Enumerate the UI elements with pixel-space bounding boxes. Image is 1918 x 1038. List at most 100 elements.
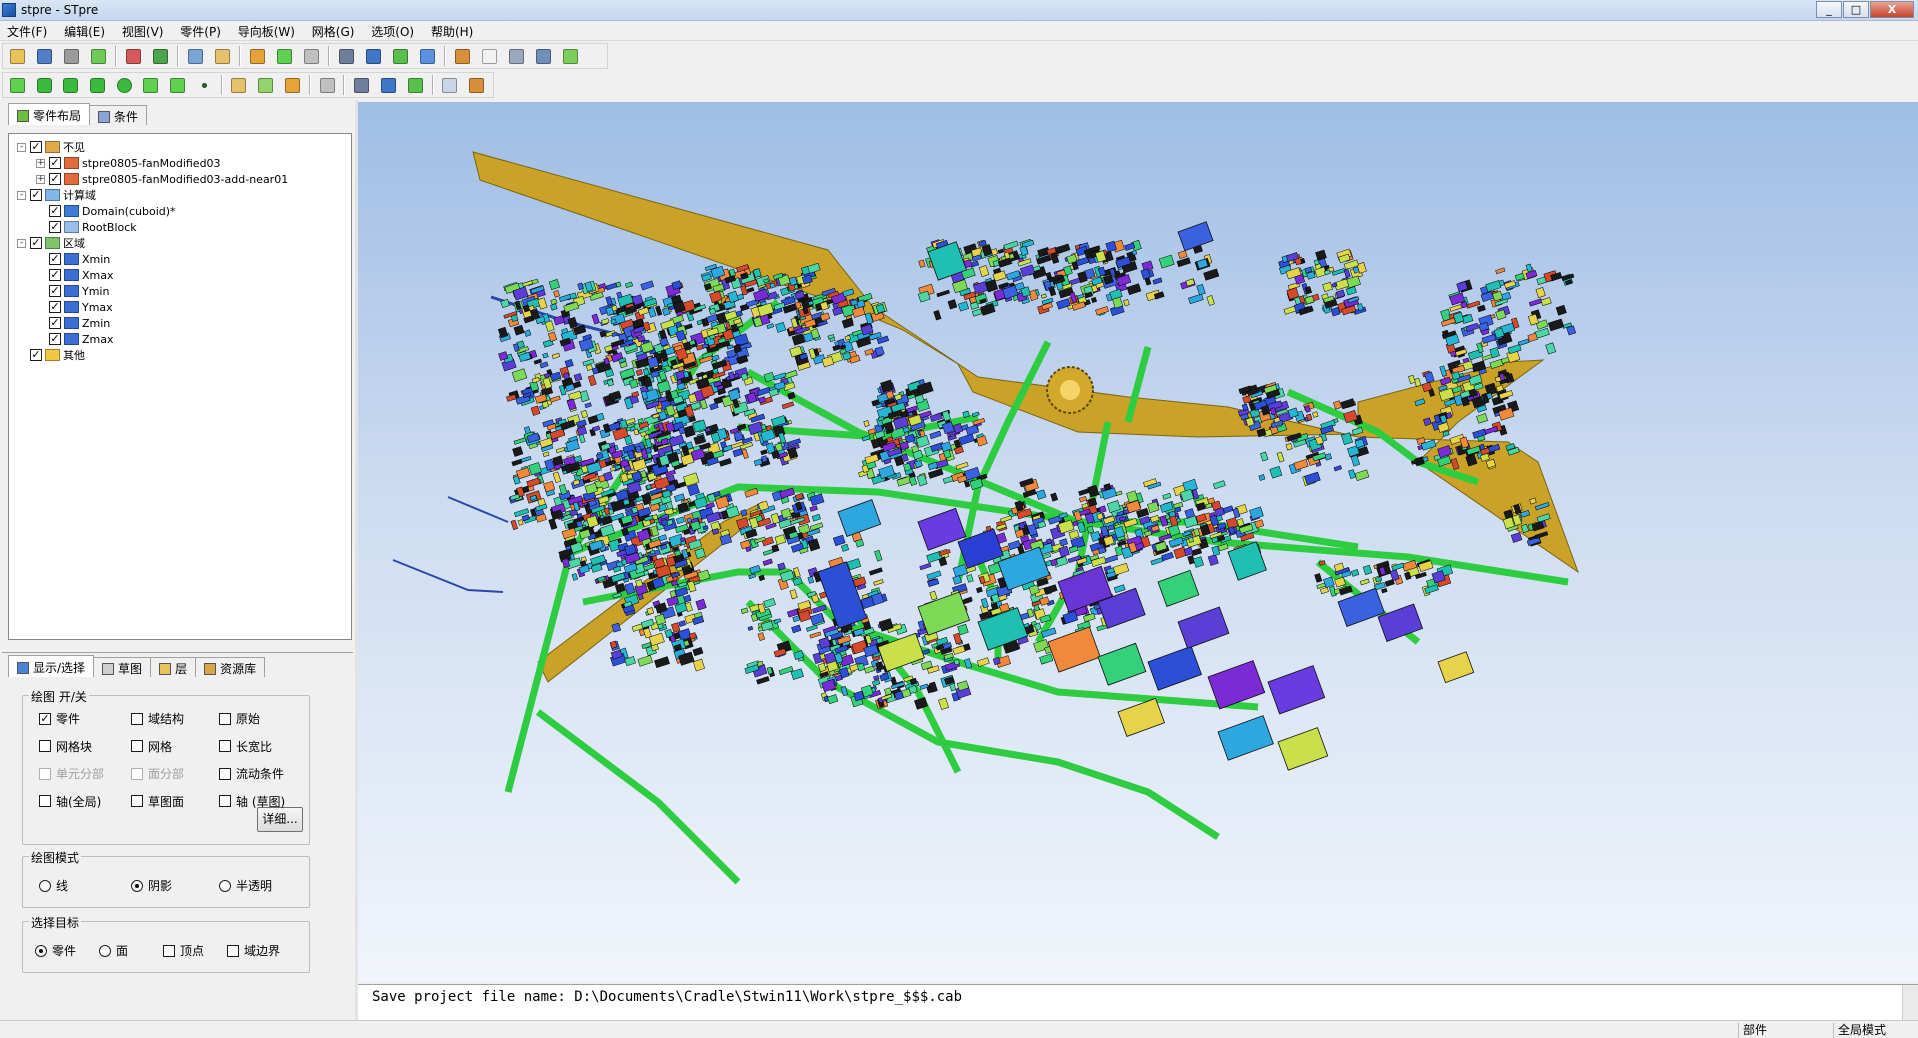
visibility-checkbox[interactable]: ✓	[49, 253, 61, 265]
view-copy-button[interactable]	[351, 75, 372, 96]
city-model-view[interactable]	[358, 102, 1918, 982]
tree-row[interactable]: ✓ Xmin	[17, 251, 288, 267]
box-button[interactable]	[7, 75, 28, 96]
expand-toggle-icon[interactable]: +	[36, 174, 45, 184]
polygon-button[interactable]	[167, 75, 188, 96]
option-draw_mode-options-2-label[interactable]: 半透明	[219, 877, 272, 894]
option-draw_mode-options-0-label[interactable]: 线	[39, 877, 68, 894]
measure-button[interactable]	[301, 46, 322, 67]
maximize-button[interactable]: □	[1843, 1, 1869, 18]
mesh-button[interactable]	[390, 46, 411, 67]
radio-button[interactable]	[35, 944, 47, 957]
option-draw_toggle-options-11-label[interactable]: 轴 (草图)	[219, 793, 285, 810]
tree-row[interactable]: ✓ Zmin	[17, 315, 288, 331]
option-draw_toggle-options-3-label[interactable]: 网格块	[39, 738, 92, 755]
close-button[interactable]: X	[1870, 1, 1914, 18]
fan-multi-button[interactable]	[255, 75, 276, 96]
tab-conditions[interactable]: 条件	[89, 105, 148, 125]
wrench-button[interactable]	[479, 46, 500, 67]
plane-button[interactable]	[141, 75, 162, 96]
checkbox[interactable]	[131, 795, 143, 807]
probe-button[interactable]	[282, 75, 303, 96]
visibility-checkbox[interactable]: ✓	[49, 269, 61, 281]
visibility-checkbox[interactable]: ✓	[49, 317, 61, 329]
checkbox[interactable]	[131, 712, 143, 725]
menu-edit[interactable]: 编辑(E)	[57, 21, 111, 41]
tab-layer[interactable]: 层	[150, 657, 197, 677]
layers-button[interactable]	[560, 46, 581, 67]
menu-view[interactable]: 视图(V)	[115, 21, 170, 41]
fan-button[interactable]	[229, 75, 250, 96]
option-draw_toggle-options-8-label[interactable]: 流动条件	[219, 765, 284, 782]
3d-viewport[interactable]	[358, 102, 1918, 982]
menu-help[interactable]: 帮助(H)	[424, 21, 479, 41]
redo-button[interactable]	[212, 46, 233, 67]
new-file-button[interactable]	[7, 46, 28, 67]
checkbox[interactable]	[39, 795, 51, 807]
chart-button[interactable]	[440, 75, 461, 96]
copy-file-button[interactable]	[34, 46, 55, 67]
checkbox[interactable]	[227, 944, 239, 957]
option-draw_toggle-options-4-label[interactable]: 网格	[131, 738, 172, 755]
visibility-checkbox[interactable]: ✓	[49, 285, 61, 297]
option-select_target-options-2-label[interactable]: 顶点	[163, 942, 204, 959]
visibility-checkbox[interactable]: ✓	[49, 221, 61, 233]
option-draw_toggle-options-5-label[interactable]: 长宽比	[219, 738, 272, 755]
visibility-checkbox[interactable]: ✓	[30, 141, 42, 153]
option-draw_toggle-options-0-label[interactable]: ✓ 零件	[39, 710, 80, 727]
part-color-button[interactable]	[123, 46, 144, 67]
menu-options[interactable]: 选项(O)	[364, 21, 420, 41]
minimize-button[interactable]: _	[1816, 1, 1842, 18]
view-link-button[interactable]	[378, 75, 399, 96]
checkbox[interactable]	[39, 740, 51, 752]
visibility-checkbox[interactable]: ✓	[49, 333, 61, 345]
visibility-checkbox[interactable]: ✓	[49, 205, 61, 217]
menu-mesh[interactable]: 网格(G)	[305, 21, 361, 41]
option-select_target-options-1-label[interactable]: 面	[99, 942, 128, 959]
tree-row[interactable]: ✓ Ymin	[17, 283, 288, 299]
tree-row[interactable]: - ✓ 计算域	[17, 187, 288, 203]
save-button[interactable]	[61, 46, 82, 67]
tab-part-layout[interactable]: 零件布局	[8, 103, 91, 125]
checkbox[interactable]	[163, 944, 175, 957]
option-draw_toggle-options-1-label[interactable]: 域结构	[131, 710, 184, 727]
checkbox[interactable]	[131, 740, 143, 752]
tree-row[interactable]: ✓ Ymax	[17, 299, 288, 315]
point-button[interactable]	[194, 75, 215, 96]
expand-toggle-icon[interactable]: -	[17, 238, 26, 248]
expand-toggle-icon[interactable]: +	[36, 158, 45, 168]
cone-button[interactable]	[87, 75, 108, 96]
report-button[interactable]	[417, 46, 438, 67]
tree-row[interactable]: ✓ Domain(cuboid)*	[17, 203, 288, 219]
cut-button[interactable]	[452, 46, 473, 67]
tree-row[interactable]: ✓ Zmax	[17, 331, 288, 347]
menu-part[interactable]: 零件(P)	[173, 21, 227, 41]
analysis-button[interactable]	[466, 75, 487, 96]
option-select_target-options-0-label[interactable]: 零件	[35, 942, 76, 959]
tree-row[interactable]: ✓ 其他	[17, 347, 288, 363]
tab-sketch[interactable]: 草图	[93, 657, 152, 677]
undo-button[interactable]	[185, 46, 206, 67]
export-button[interactable]	[88, 46, 109, 67]
visibility-checkbox[interactable]: ✓	[49, 301, 61, 313]
option-draw_mode-options-1-label[interactable]: 阴影	[131, 877, 172, 894]
tab-library[interactable]: 资源库	[195, 657, 266, 677]
menu-file[interactable]: 文件(F)	[0, 21, 53, 41]
tree-row[interactable]: + ✓ stpre0805-fanModified03	[17, 155, 288, 171]
paint-brush-button[interactable]	[150, 46, 171, 67]
menu-guide[interactable]: 导向板(W)	[231, 21, 301, 41]
select-button[interactable]	[247, 46, 268, 67]
grid-button[interactable]	[506, 46, 527, 67]
sphere-button[interactable]	[114, 75, 135, 96]
checkbox[interactable]	[219, 767, 231, 780]
checkbox[interactable]: ✓	[39, 712, 51, 725]
visibility-checkbox[interactable]: ✓	[49, 157, 61, 169]
expand-toggle-icon[interactable]: -	[17, 142, 26, 152]
radio-button[interactable]	[39, 879, 51, 892]
visibility-checkbox[interactable]: ✓	[49, 173, 61, 185]
delete-button[interactable]	[317, 75, 338, 96]
select-box-button[interactable]	[274, 46, 295, 67]
cylinder-button[interactable]	[60, 75, 81, 96]
cylinder-open-button[interactable]	[34, 75, 55, 96]
option-select_target-options-3-label[interactable]: 域边界	[227, 942, 280, 959]
